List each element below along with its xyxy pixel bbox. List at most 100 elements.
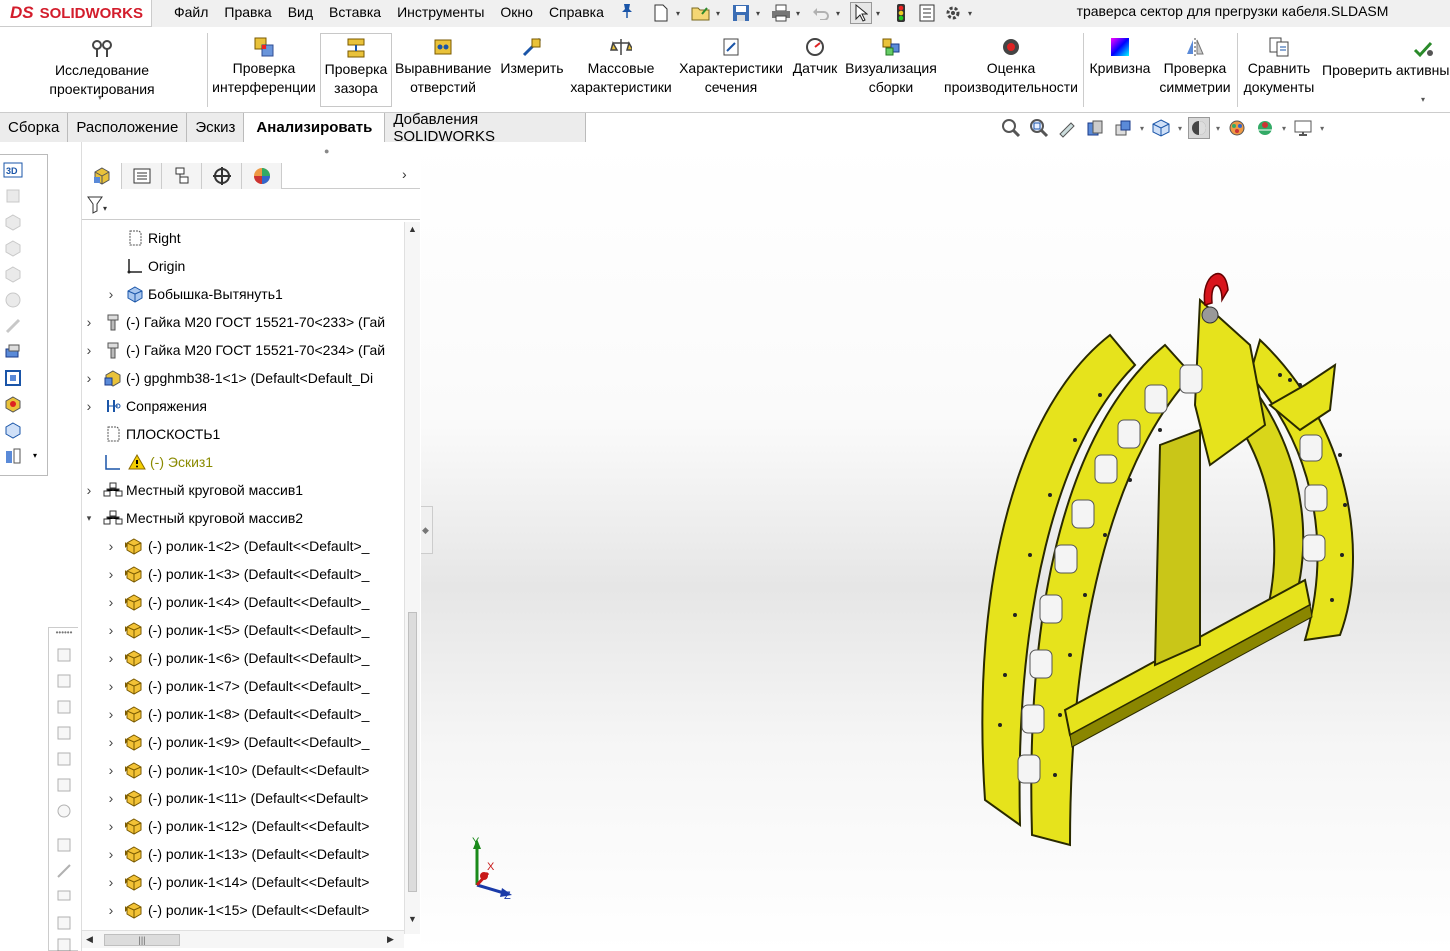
view-tool-icon[interactable] [53,644,75,666]
scroll-left-icon[interactable]: ◀ [86,934,93,945]
tree-item[interactable]: › (-) ролик-1<3> (Default<<Default>_ [82,560,404,588]
options-dropdown-icon[interactable]: ▾ [968,9,978,18]
tab-solidworks-addins[interactable]: Добавления SOLIDWORKS [385,111,586,145]
pin-icon[interactable] [620,3,634,22]
toolbar-tool-icon[interactable] [2,393,24,415]
solidworks-logo[interactable]: DS SOLIDWORKS [0,0,152,27]
expand-arrow-icon[interactable]: › [106,650,116,666]
tree-item[interactable]: › (-) ролик-1<10> (Default<<Default> [82,756,404,784]
more-tabs-chevron-icon[interactable]: › [402,166,407,182]
expand-arrow-icon[interactable]: › [106,762,116,778]
tree-item[interactable]: › Местный круговой массив1 [82,476,404,504]
section-properties-button[interactable]: Характеристики сечения [678,35,784,97]
tab-sketch[interactable]: Эскиз [187,113,245,142]
expand-arrow-icon[interactable]: › [106,286,116,302]
tree-item[interactable]: › (-) ролик-1<15> (Default<<Default> [82,896,404,924]
expand-arrow-icon[interactable]: › [106,678,116,694]
property-manager-tab-icon[interactable] [122,163,162,189]
configuration-manager-tab-icon[interactable] [162,163,202,189]
design-study-button[interactable]: Исследование проектирования [2,37,202,99]
mass-properties-button[interactable]: Массовые характеристики [568,35,674,97]
view-settings-dropdown-icon[interactable]: ▾ [1320,124,1324,133]
tab-assembly[interactable]: Сборка [0,113,69,142]
tree-item[interactable]: › (-) ролик-1<14> (Default<<Default> [82,868,404,896]
expand-arrow-icon[interactable]: › [106,846,116,862]
menu-insert[interactable]: Вставка [321,4,389,20]
section-view-icon[interactable] [1084,117,1106,139]
tab-evaluate[interactable]: Анализировать [244,113,386,142]
previous-view-icon[interactable] [1056,117,1078,139]
undo-dropdown-icon[interactable]: ▾ [836,9,846,18]
expand-arrow-icon[interactable]: › [106,594,116,610]
toolbar-tool-icon[interactable] [2,263,24,285]
tree-item[interactable]: › Сопряжения [82,392,404,420]
assembly-3d-model[interactable] [960,255,1380,855]
menu-tools[interactable]: Инструменты [389,4,492,20]
design-study-dropdown-icon[interactable]: ▾ [98,93,102,102]
check-active-dropdown-icon[interactable]: ▾ [1421,95,1425,104]
measure-button[interactable]: Измерить [496,35,568,78]
toolbar-tool-icon[interactable] [2,419,24,441]
expand-arrow-icon[interactable]: › [84,482,94,498]
tree-item[interactable]: › (-) ролик-1<4> (Default<<Default>_ [82,588,404,616]
menu-help[interactable]: Справка [541,4,612,20]
view-tool-icon[interactable] [53,696,75,718]
tree-item[interactable]: › (-) ролик-1<7> (Default<<Default>_ [82,672,404,700]
panel-splitter-handle[interactable]: ◆ [421,506,433,554]
interference-check-button[interactable]: Проверка интерференции [211,35,317,97]
panel-grip-icon[interactable]: ● [324,146,329,156]
rebuild-icon[interactable] [890,2,912,24]
tree-item[interactable]: › (-) ролик-1<6> (Default<<Default>_ [82,644,404,672]
tree-item[interactable]: › (-) ролик-1<9> (Default<<Default>_ [82,728,404,756]
toolbar-tool-icon[interactable] [2,367,24,389]
expand-arrow-icon[interactable]: › [106,818,116,834]
undo-icon[interactable] [810,2,832,24]
feature-tree-tab-icon[interactable] [82,163,122,189]
view-tool-icon[interactable] [53,800,75,822]
3d-view-icon[interactable]: 3D [2,159,24,181]
new-file-icon[interactable] [650,2,672,24]
print-icon[interactable] [770,2,792,24]
symmetry-check-button[interactable]: Проверка симметрии [1156,35,1234,97]
expand-arrow-icon[interactable]: › [106,902,116,918]
toolbar-tool-icon[interactable] [2,185,24,207]
tree-item[interactable]: › (-) gpghmb38-1<1> (Default<Default_Di [82,364,404,392]
toolbar-grip-icon[interactable]: •••••• [49,628,79,637]
tree-item[interactable]: › (-) ролик-1<12> (Default<<Default> [82,812,404,840]
zoom-to-fit-icon[interactable] [1000,117,1022,139]
expand-arrow-icon[interactable]: › [106,734,116,750]
expand-arrow-icon[interactable]: › [106,874,116,890]
view-tool-icon[interactable] [53,934,75,951]
menu-view[interactable]: Вид [280,4,321,20]
expand-arrow-icon[interactable]: › [106,566,116,582]
scroll-up-icon[interactable]: ▲ [408,224,417,234]
expand-arrow-icon[interactable]: › [84,370,94,386]
file-properties-icon[interactable] [916,2,938,24]
tree-item[interactable]: › (-) ролик-1<8> (Default<<Default>_ [82,700,404,728]
toolbar-tool-icon[interactable] [2,445,24,467]
view-orientation-icon[interactable] [1150,117,1172,139]
toolbar-tool-icon[interactable] [2,289,24,311]
display-manager-tab-icon[interactable] [242,163,282,189]
zoom-to-area-icon[interactable] [1028,117,1050,139]
assembly-visualization-button[interactable]: Визуализация сборки [844,35,938,97]
scroll-right-icon[interactable]: ▶ [387,934,394,945]
expand-arrow-icon[interactable]: › [84,342,94,358]
tree-horizontal-scrollbar[interactable]: ◀ ||| ▶ [82,930,404,948]
filter-icon[interactable]: ▾ [86,195,110,220]
save-icon[interactable] [730,2,752,24]
save-dropdown-icon[interactable]: ▾ [756,9,766,18]
check-active-button[interactable]: Проверить активны [1322,37,1450,80]
tree-item[interactable]: Origin [82,252,404,280]
toolbar-tool-icon[interactable] [2,341,24,363]
compare-documents-button[interactable]: Сравнить документы [1240,35,1318,97]
tree-item[interactable]: › (-) Гайка М20 ГОСТ 15521-70<233> (Гай [82,308,404,336]
scrollbar-thumb[interactable] [408,612,417,892]
toolbar-dropdown-icon[interactable]: ▾ [33,451,37,460]
view-tool-icon[interactable] [53,886,75,908]
tree-item[interactable]: › (-) ролик-1<13> (Default<<Default> [82,840,404,868]
toolbar-tool-icon[interactable] [2,237,24,259]
tree-item[interactable]: ПЛОСКОСТЬ1 [82,420,404,448]
view-settings-icon[interactable] [1292,117,1314,139]
expand-arrow-icon[interactable]: › [84,314,94,330]
